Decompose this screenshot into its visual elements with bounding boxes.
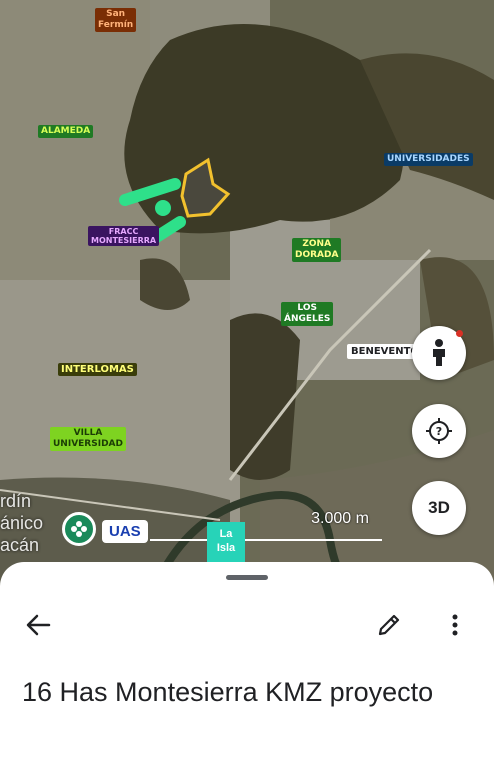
map-label-alameda: ALAMEDA xyxy=(38,125,94,138)
uas-place-pin[interactable] xyxy=(62,512,96,546)
bottom-sheet[interactable]: 16 Has Montesierra KMZ proyecto xyxy=(0,562,494,768)
map-label-jardin-botanico: rdín ánico acán xyxy=(0,491,44,555)
scale-bar: 3.000 m xyxy=(300,510,380,528)
arrow-back-icon xyxy=(26,614,51,636)
my-location-button[interactable]: ? xyxy=(412,404,466,458)
place-title: 16 Has Montesierra KMZ proyecto xyxy=(22,677,434,707)
route-segment xyxy=(119,178,181,206)
map-label-zona-dorada: ZONA DORADA xyxy=(292,238,342,262)
map-label-interlomas: INTERLOMAS xyxy=(58,363,137,376)
map-label-la-isla: La Isla xyxy=(207,522,245,562)
back-button[interactable] xyxy=(18,605,58,645)
map-view[interactable]: San Fermín ALAMEDA UNIVERSIDADES FRACC M… xyxy=(0,0,494,600)
scale-value: 3.000 m xyxy=(311,510,369,527)
drag-handle[interactable] xyxy=(226,575,268,580)
map-label-los-angeles: LOS ÁNGELES xyxy=(281,302,334,326)
map-label-villa-universidad: VILLA UNIVERSIDAD xyxy=(50,427,126,451)
edit-button[interactable] xyxy=(369,605,409,645)
flower-icon xyxy=(71,521,87,537)
location-help-icon: ? xyxy=(426,418,452,444)
more-options-button[interactable] xyxy=(435,605,475,645)
map-label-uas[interactable]: UAS xyxy=(102,520,148,543)
project-polygon xyxy=(180,157,231,218)
map-label-universidades: UNIVERSIDADES xyxy=(384,153,473,166)
pencil-icon xyxy=(378,614,400,636)
route-node xyxy=(155,200,171,216)
3d-toggle-button[interactable]: 3D xyxy=(412,481,466,535)
help-glyph: ? xyxy=(436,425,442,438)
notification-dot xyxy=(456,330,463,337)
pegman-icon xyxy=(433,339,445,366)
3d-label: 3D xyxy=(428,498,450,517)
more-vert-icon xyxy=(452,614,458,636)
map-label-san-fermin: San Fermín xyxy=(95,8,137,32)
map-label-fracc-montesierra: FRACC MONTESIERRA xyxy=(88,226,160,246)
scale-bar-line xyxy=(150,539,382,541)
